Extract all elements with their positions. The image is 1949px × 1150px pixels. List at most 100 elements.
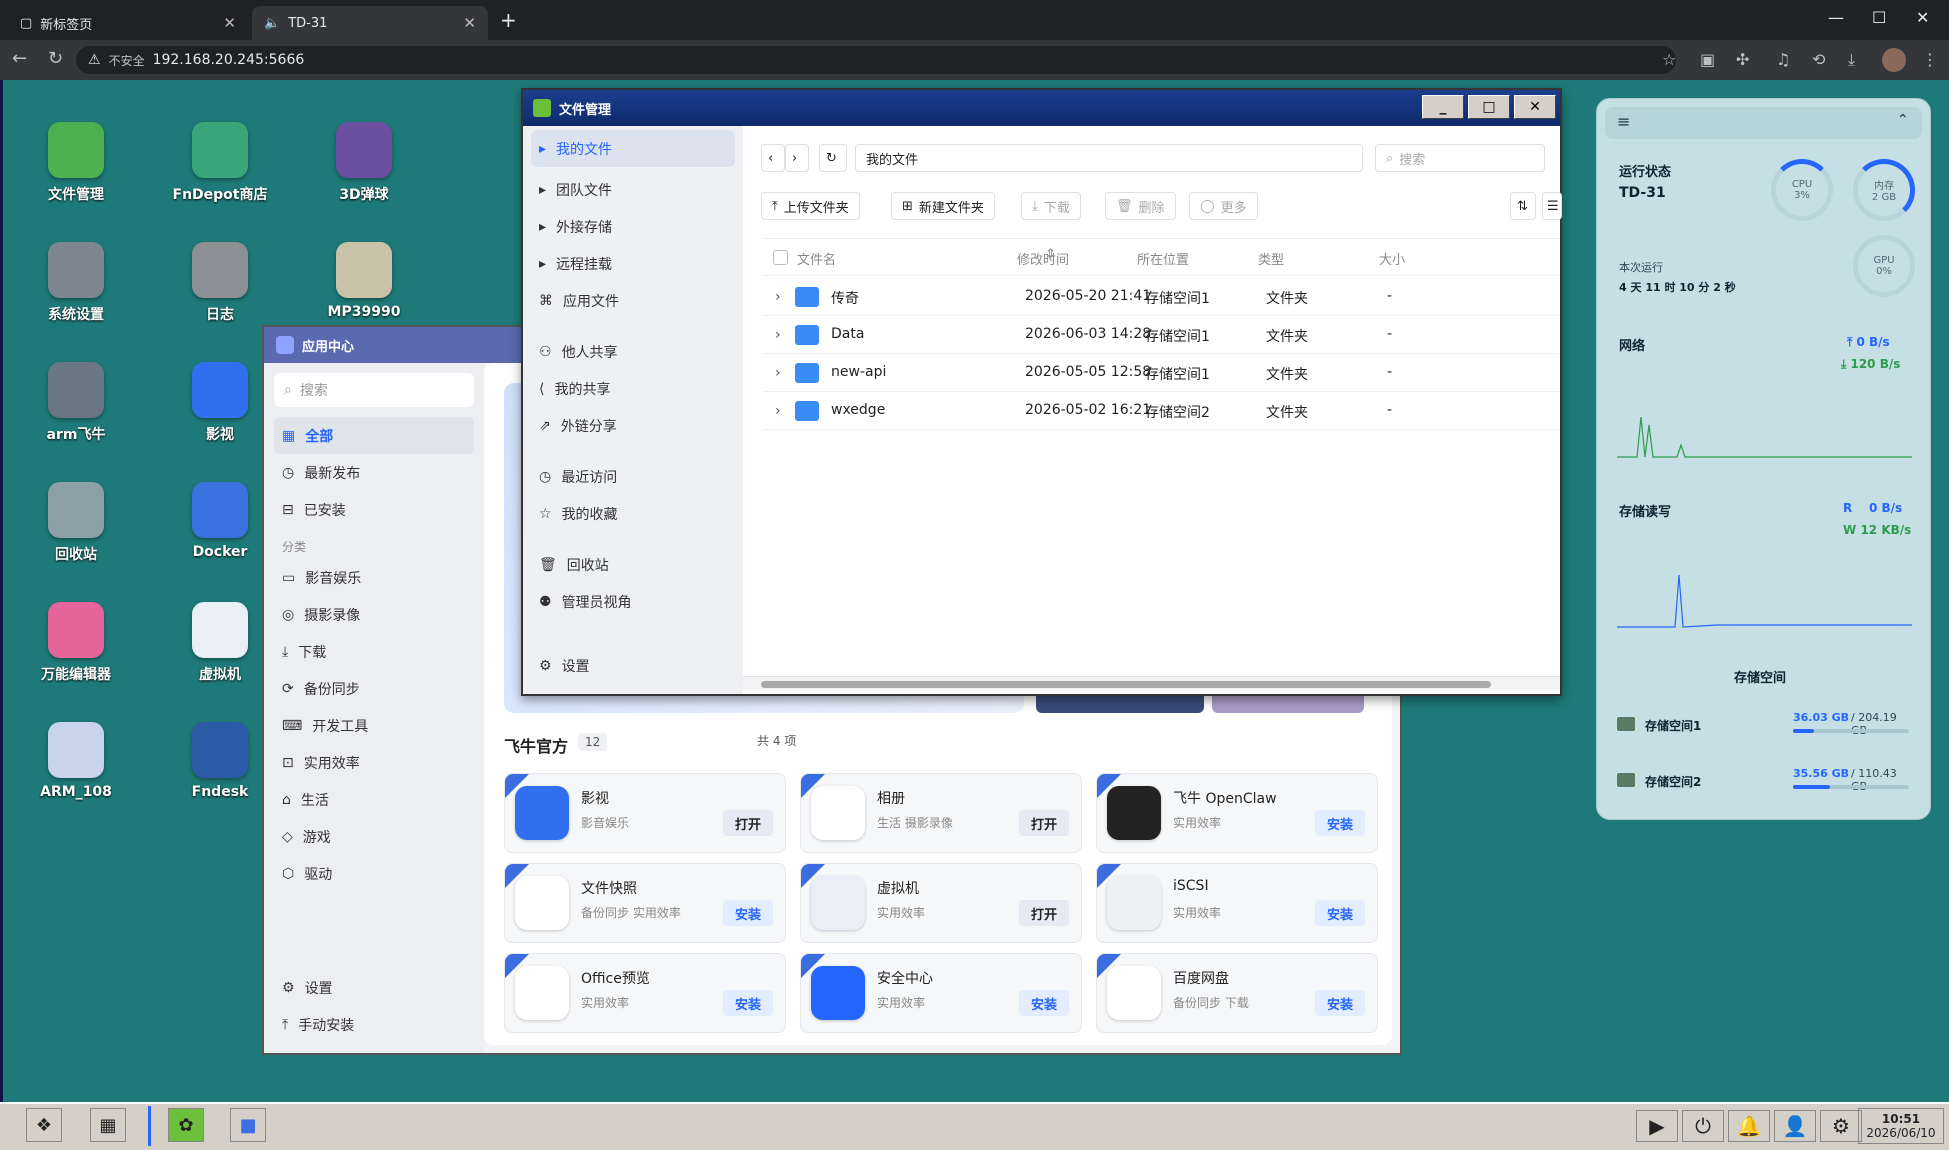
app-card[interactable]: 文件快照 备份同步 实用效率 安装 bbox=[504, 863, 786, 943]
view-list-button[interactable]: ☰ bbox=[1542, 192, 1562, 220]
nav-manual-install[interactable]: ⤒ 手动安装 bbox=[264, 1006, 484, 1043]
play-icon[interactable]: ▶ bbox=[1636, 1110, 1678, 1142]
close-button[interactable]: ✕ bbox=[1514, 95, 1556, 119]
expand-icon[interactable]: › bbox=[775, 365, 781, 381]
more-button[interactable]: ◯ 更多 bbox=[1189, 192, 1258, 220]
gear-icon[interactable]: ⚙ bbox=[1820, 1110, 1862, 1142]
refresh-button[interactable]: ↻ bbox=[819, 144, 847, 172]
select-all-checkbox[interactable] bbox=[773, 250, 788, 265]
menu-icon[interactable]: ⋮ bbox=[1922, 50, 1938, 69]
fm-nav-item[interactable]: ⚇ 他人共享 bbox=[523, 333, 743, 370]
app-card[interactable]: Office预览 实用效率 安装 bbox=[504, 953, 786, 1033]
fm-settings[interactable]: ⚙ 设置 bbox=[523, 647, 743, 684]
back-icon[interactable]: ← bbox=[12, 48, 27, 69]
minimize-window-button[interactable]: — bbox=[1828, 8, 1844, 27]
fm-nav-item[interactable]: ◷ 最近访问 bbox=[523, 458, 743, 495]
forward-button[interactable]: › bbox=[785, 144, 809, 172]
nav-all[interactable]: ▦ 全部 bbox=[274, 417, 474, 454]
table-row[interactable]: › new-api 2026-05-05 12:58 存储空间1 文件夹 - bbox=[763, 354, 1560, 392]
fm-nav-item[interactable]: ⌘ 应用文件 bbox=[523, 282, 743, 319]
table-row[interactable]: › Data 2026-06-03 14:28 存储空间1 文件夹 - bbox=[763, 316, 1560, 354]
desktop-icon[interactable]: ARM_108 bbox=[16, 722, 136, 800]
favorites-icon[interactable]: ♫ bbox=[1776, 50, 1790, 69]
desktop-icon[interactable]: 文件管理 bbox=[16, 122, 136, 204]
download-button[interactable]: ⤓ 下载 bbox=[1021, 192, 1081, 220]
browser-tab-newtab[interactable]: ▢ 新标签页 ✕ bbox=[8, 6, 248, 40]
maximize-button[interactable]: □ bbox=[1468, 95, 1510, 119]
fm-nav-item[interactable]: ⟨ 我的共享 bbox=[523, 370, 743, 407]
file-manager-titlebar[interactable]: 文件管理 _ □ ✕ bbox=[523, 90, 1560, 126]
taskbar-clock[interactable]: 10:51 2026/06/10 bbox=[1858, 1108, 1944, 1144]
col-mtime[interactable]: 修改时间 bbox=[1017, 249, 1069, 268]
bell-icon[interactable]: 🔔 bbox=[1728, 1110, 1770, 1142]
fm-nav-item[interactable]: ▸ 我的文件 bbox=[531, 130, 735, 167]
taskbar-apps-icon[interactable]: ▦ bbox=[90, 1108, 126, 1142]
app-card[interactable]: 安全中心 实用效率 安装 bbox=[800, 953, 1082, 1033]
close-icon[interactable]: ✕ bbox=[223, 14, 236, 32]
col-name[interactable]: 文件名 bbox=[797, 249, 836, 268]
table-row[interactable]: › wxedge 2026-05-02 16:21 存储空间2 文件夹 - bbox=[763, 392, 1560, 430]
category-item[interactable]: ⤓ 下载 bbox=[264, 633, 484, 670]
delete-button[interactable]: 🗑 删除 bbox=[1105, 192, 1176, 220]
open-button[interactable]: 打开 bbox=[1018, 900, 1069, 926]
col-size[interactable]: 大小 bbox=[1379, 249, 1405, 268]
nav-installed[interactable]: ⊟ 已安装 bbox=[264, 491, 484, 528]
app-card[interactable]: 百度网盘 备份同步 下载 安装 bbox=[1096, 953, 1378, 1033]
puzzle-icon[interactable]: ✣ bbox=[1736, 50, 1749, 69]
download-icon[interactable]: ⤓ bbox=[1848, 50, 1855, 70]
fm-nav-item[interactable]: ⇗ 外链分享 bbox=[523, 407, 743, 444]
new-tab-button[interactable]: + bbox=[500, 8, 517, 32]
open-button[interactable]: 打开 bbox=[1018, 810, 1069, 836]
desktop-icon[interactable]: 日志 bbox=[160, 242, 280, 324]
desktop-icon[interactable]: 系统设置 bbox=[16, 242, 136, 324]
taskbar-app-center[interactable]: ■ bbox=[230, 1108, 266, 1142]
path-field[interactable]: 我的文件 bbox=[855, 144, 1363, 172]
install-button[interactable]: 安装 bbox=[1314, 810, 1365, 836]
category-item[interactable]: ⌨ 开发工具 bbox=[264, 707, 484, 744]
expand-icon[interactable]: › bbox=[775, 327, 781, 343]
filter-icon[interactable]: ≡ bbox=[1617, 112, 1630, 131]
fm-nav-item[interactable]: ▸ 外接存储 bbox=[523, 208, 743, 245]
avatar[interactable] bbox=[1882, 48, 1906, 72]
close-icon[interactable]: ✕ bbox=[463, 14, 476, 32]
category-item[interactable]: ◎ 摄影录像 bbox=[264, 596, 484, 633]
extension-icon[interactable]: ▣ bbox=[1700, 50, 1715, 69]
install-button[interactable]: 安装 bbox=[1314, 900, 1365, 926]
desktop-icon[interactable]: 3D弹球 bbox=[304, 122, 424, 204]
category-item[interactable]: ⌂ 生活 bbox=[264, 781, 484, 818]
category-item[interactable]: ▭ 影音娱乐 bbox=[264, 559, 484, 596]
desktop-icon[interactable]: arm飞牛 bbox=[16, 362, 136, 444]
fm-nav-item[interactable]: ▸ 远程挂载 bbox=[523, 245, 743, 282]
reload-icon[interactable]: ↻ bbox=[48, 48, 63, 69]
app-card[interactable]: iSCSI 实用效率 安装 bbox=[1096, 863, 1378, 943]
fm-nav-item[interactable]: ☆ 我的收藏 bbox=[523, 495, 743, 532]
col-type[interactable]: 类型 bbox=[1258, 249, 1284, 268]
file-search-input[interactable]: ⌕ 搜索 bbox=[1375, 144, 1545, 172]
close-window-button[interactable]: ✕ bbox=[1916, 8, 1929, 27]
horizontal-scrollbar[interactable] bbox=[743, 676, 1560, 690]
nav-latest[interactable]: ◷ 最新发布 bbox=[264, 454, 484, 491]
scrollbar-thumb[interactable] bbox=[761, 681, 1491, 688]
category-item[interactable]: ◇ 游戏 bbox=[264, 818, 484, 855]
desktop-icon[interactable]: 万能编辑器 bbox=[16, 602, 136, 684]
minimize-button[interactable]: _ bbox=[1422, 95, 1464, 119]
table-row[interactable]: › 传奇 2026-05-20 21:41 存储空间1 文件夹 - bbox=[763, 278, 1560, 316]
category-item[interactable]: ⬡ 驱动 bbox=[264, 855, 484, 892]
fm-nav-item[interactable]: ▸ 团队文件 bbox=[523, 171, 743, 208]
install-button[interactable]: 安装 bbox=[1018, 990, 1069, 1016]
category-item[interactable]: ⟳ 备份同步 bbox=[264, 670, 484, 707]
fm-nav-item[interactable]: ⚉ 管理员视角 bbox=[523, 583, 743, 620]
expand-icon[interactable]: › bbox=[775, 289, 781, 305]
app-search-input[interactable]: ⌕ 搜索 bbox=[274, 373, 474, 407]
new-folder-button[interactable]: ⊞ 新建文件夹 bbox=[891, 192, 995, 220]
install-button[interactable]: 安装 bbox=[722, 900, 773, 926]
install-button[interactable]: 安装 bbox=[722, 990, 773, 1016]
desktop-icon[interactable]: MP39990 bbox=[304, 242, 424, 320]
maximize-window-button[interactable]: ☐ bbox=[1872, 8, 1886, 27]
app-card[interactable]: 相册 生活 摄影录像 打开 bbox=[800, 773, 1082, 853]
user-icon[interactable]: 👤 bbox=[1774, 1110, 1816, 1142]
install-button[interactable]: 安装 bbox=[1314, 990, 1365, 1016]
app-card[interactable]: 虚拟机 实用效率 打开 bbox=[800, 863, 1082, 943]
desktop-icon[interactable]: FnDepot商店 bbox=[160, 122, 280, 204]
back-button[interactable]: ‹ bbox=[761, 144, 785, 172]
